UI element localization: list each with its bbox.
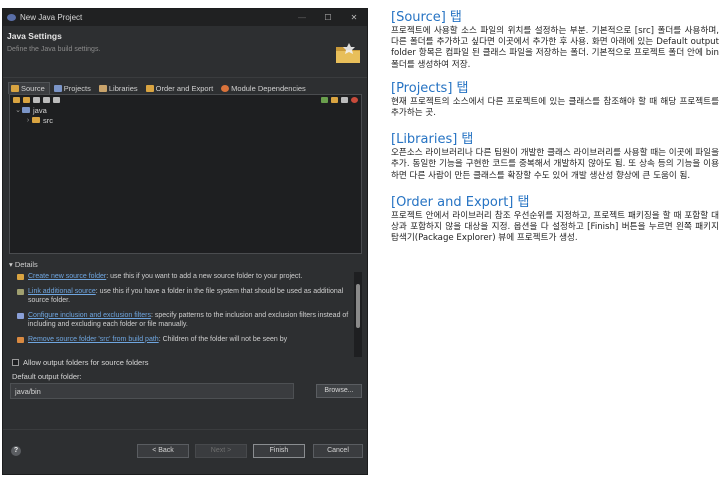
title-bar[interactable]: New Java Project — ☐ ✕ <box>3 9 367 26</box>
details-item-text: : use this if you want to add a new sour… <box>106 273 303 280</box>
details-item: Configure inclusion and exclusion filter… <box>9 311 352 330</box>
dropdown-filter-icon[interactable] <box>53 97 60 103</box>
output-folder-field[interactable]: java/bin <box>10 383 294 399</box>
link-folder-icon[interactable] <box>23 97 30 103</box>
projects-icon <box>53 84 62 92</box>
note-libraries: [Libraries] 탭 오픈소스 라이브러리나 다른 팀원이 개발한 클래스… <box>391 131 719 182</box>
expand-icon[interactable] <box>321 97 328 103</box>
new-java-project-dialog: New Java Project — ☐ ✕ Java Settings Def… <box>2 8 368 475</box>
details-item: Link additional source: use this if you … <box>9 287 352 306</box>
configure-filters-link[interactable]: Configure inclusion and exclusion filter… <box>28 312 151 319</box>
create-source-folder-link[interactable]: Create new source folder <box>28 273 106 280</box>
toolbar-spacer <box>63 97 318 103</box>
note-source: [Source] 탭 프로젝트에 사용할 소스 파일의 위치를 설정하는 부분.… <box>391 9 719 71</box>
next-button[interactable]: Next > <box>195 444 247 458</box>
tab-module-dependencies[interactable]: Module Dependencies <box>219 82 310 94</box>
folder-banner-icon <box>336 43 360 63</box>
details-item-text: : Children of the folder will not be see… <box>158 335 288 343</box>
tree-item-label: src <box>43 115 53 125</box>
tab-source-label: Source <box>21 84 45 93</box>
tab-projects[interactable]: Projects <box>52 82 95 94</box>
window-title: New Java Project <box>20 13 83 22</box>
details-item: Create new source folder: use this if yo… <box>9 272 352 282</box>
new-source-folder-icon <box>17 274 24 280</box>
output-folder-row: java/bin Browse... <box>10 383 362 399</box>
explanation-notes: [Source] 탭 프로젝트에 사용할 소스 파일의 위치를 설정하는 부분.… <box>391 9 719 253</box>
link-additional-source-link[interactable]: Link additional source <box>28 288 96 295</box>
back-button[interactable]: < Back <box>137 444 189 458</box>
tab-libraries-label: Libraries <box>108 83 138 93</box>
tab-order-export-label: Order and Export <box>155 83 214 93</box>
tree-item-label: java <box>33 105 47 115</box>
tab-libraries[interactable]: Libraries <box>97 82 142 94</box>
remove-source-folder-link[interactable]: Remove source folder 'src' from build pa… <box>28 336 159 343</box>
output-folder-label: Default output folder: <box>12 372 82 381</box>
note-heading: [Projects] 탭 <box>391 80 469 96</box>
source-tree-panel: ⌄ java › src <box>9 94 362 254</box>
eclipse-icon <box>7 14 16 21</box>
note-heading: [Source] 탭 <box>391 10 462 25</box>
tree-item-src[interactable]: › src <box>10 115 361 125</box>
scrollbar-thumb[interactable] <box>356 284 360 328</box>
browse-button[interactable]: Browse... <box>316 384 362 398</box>
tab-order-and-export[interactable]: Order and Export <box>144 82 218 94</box>
close-button[interactable]: ✕ <box>341 13 367 22</box>
details-section: ▾ Details Create new source folder: use … <box>9 259 362 357</box>
help-icon[interactable]: ? <box>11 446 21 456</box>
details-body: Create new source folder: use this if yo… <box>9 272 352 357</box>
allow-output-checkbox[interactable] <box>12 359 19 366</box>
finish-button[interactable]: Finish <box>253 444 305 458</box>
note-body: 현재 프로젝트의 소스에서 다른 프로젝트에 있는 클래스를 참조해야 할 때 … <box>391 96 719 119</box>
minimize-button[interactable]: — <box>289 13 315 22</box>
note-projects: [Projects] 탭 현재 프로젝트의 소스에서 다른 프로젝트에 있는 클… <box>391 80 719 119</box>
details-item: Remove source folder 'src' from build pa… <box>9 335 352 345</box>
maximize-button[interactable]: ☐ <box>315 13 341 22</box>
tree-item-java[interactable]: ⌄ java <box>10 105 361 115</box>
add-folder-icon[interactable] <box>13 97 20 103</box>
remove-source-icon <box>17 336 24 343</box>
src-folder-icon <box>32 117 40 123</box>
wizard-banner: Java Settings Define the Java build sett… <box>3 26 367 78</box>
package-icon[interactable] <box>331 97 338 103</box>
edit-icon[interactable] <box>341 97 348 103</box>
note-body: 프로젝트 안에서 라이브러리 참조 우선순위를 지정하고, 프로젝트 패키징을 … <box>391 210 719 244</box>
module-dependencies-icon <box>221 84 230 92</box>
details-scrollbar[interactable] <box>354 272 362 357</box>
expand-chevron-icon[interactable]: › <box>24 117 32 124</box>
collapse-chevron-icon[interactable]: ⌄ <box>14 106 22 114</box>
filter-icon[interactable] <box>33 97 40 103</box>
tab-source[interactable]: Source <box>8 82 50 94</box>
link-source-icon <box>17 288 24 295</box>
order-export-icon <box>145 84 154 92</box>
tab-module-dependencies-label: Module Dependencies <box>231 83 306 93</box>
details-toggle[interactable]: ▾ Details <box>9 259 362 270</box>
wizard-subtitle: Define the Java build settings. <box>7 46 101 53</box>
note-heading: [Libraries] 탭 <box>391 132 474 148</box>
tree-toolbar <box>10 95 361 105</box>
allow-output-option[interactable]: Allow output folders for source folders <box>12 358 148 367</box>
note-heading: [Order and Export] 탭 <box>391 194 530 210</box>
filter-settings-icon[interactable] <box>43 97 50 103</box>
filter-icon <box>17 312 24 319</box>
help-icon[interactable] <box>351 97 358 103</box>
cancel-button[interactable]: Cancel <box>313 444 363 458</box>
wizard-footer: ? < Back Next > Finish Cancel <box>3 429 367 474</box>
build-path-tabs: Source Projects Libraries Order and Expo… <box>8 81 364 94</box>
libraries-icon <box>98 84 107 92</box>
source-folder-icon <box>11 85 19 92</box>
allow-output-label: Allow output folders for source folders <box>23 358 149 367</box>
note-body: 프로젝트에 사용할 소스 파일의 위치를 설정하는 부분. 기본적으로 [src… <box>391 26 719 70</box>
note-body: 오픈소스 라이브러리나 다른 팀원이 개발한 클래스 라이브러리를 사용할 때는… <box>391 148 719 181</box>
tab-projects-label: Projects <box>63 83 91 93</box>
note-order-export: [Order and Export] 탭 프로젝트 안에서 라이브러리 참조 우… <box>391 194 719 245</box>
wizard-heading: Java Settings <box>7 31 62 41</box>
java-project-icon <box>22 107 30 113</box>
